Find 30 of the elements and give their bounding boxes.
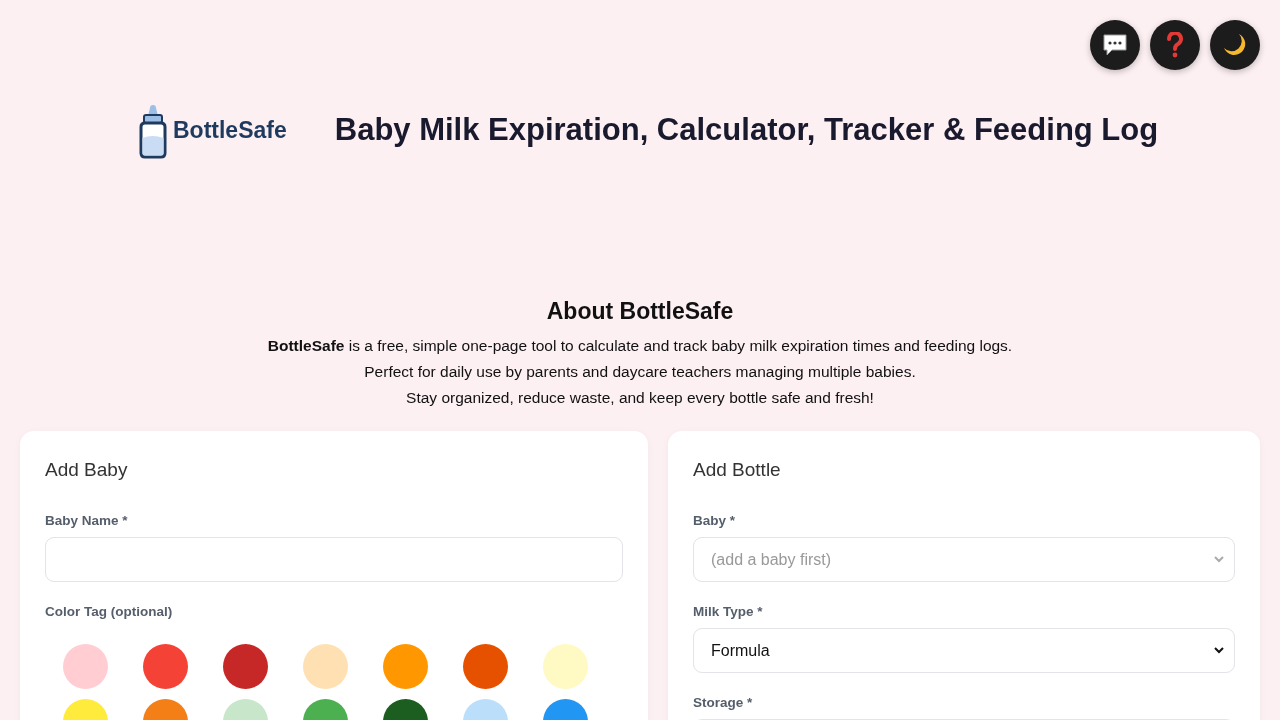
color-swatch[interactable] bbox=[463, 644, 508, 689]
field-label: Color Tag (optional) bbox=[45, 604, 173, 619]
field-label: Baby * bbox=[693, 513, 736, 528]
field-label: Storage * bbox=[693, 695, 753, 710]
about-text: Perfect for daily use by parents and daycare teachers managing multiple babies. bbox=[363, 362, 917, 382]
chevron-down-icon bbox=[1214, 647, 1224, 654]
theme-button[interactable] bbox=[1210, 20, 1260, 70]
about-text: Stay organized, reduce waste, and keep every bottle safe and fresh! bbox=[405, 388, 875, 408]
color-swatch[interactable] bbox=[63, 644, 108, 689]
chat-button[interactable] bbox=[1090, 20, 1140, 70]
field-label: Baby Name * bbox=[45, 513, 128, 528]
card-title: Add Baby bbox=[45, 459, 129, 481]
about-text: BottleSafe is a free, simple one-page tool to calculate and track baby milk expiration times and feeding logs. bbox=[266, 336, 1014, 356]
logo-text: BottleSafe bbox=[173, 116, 287, 144]
help-button[interactable] bbox=[1150, 20, 1200, 70]
color-swatch[interactable] bbox=[303, 644, 348, 689]
chat-icon bbox=[1102, 33, 1128, 57]
about-heading: About BottleSafe bbox=[545, 298, 735, 325]
baby-name-input[interactable] bbox=[45, 537, 623, 582]
color-swatch[interactable] bbox=[223, 644, 268, 689]
moon-icon bbox=[1222, 32, 1248, 58]
color-swatch[interactable] bbox=[543, 644, 588, 689]
select-field[interactable]: Formula bbox=[693, 628, 1235, 673]
color-swatch[interactable] bbox=[383, 644, 428, 689]
card-title: Add Bottle bbox=[693, 459, 782, 481]
color-swatch[interactable] bbox=[143, 644, 188, 689]
field-label: Milk Type * bbox=[693, 604, 763, 619]
chevron-down-icon bbox=[1214, 556, 1224, 563]
page-title: Baby Milk Expiration, Calculator, Tracker & Feeding Log bbox=[334, 112, 1159, 148]
question-mark-icon bbox=[1166, 32, 1184, 58]
